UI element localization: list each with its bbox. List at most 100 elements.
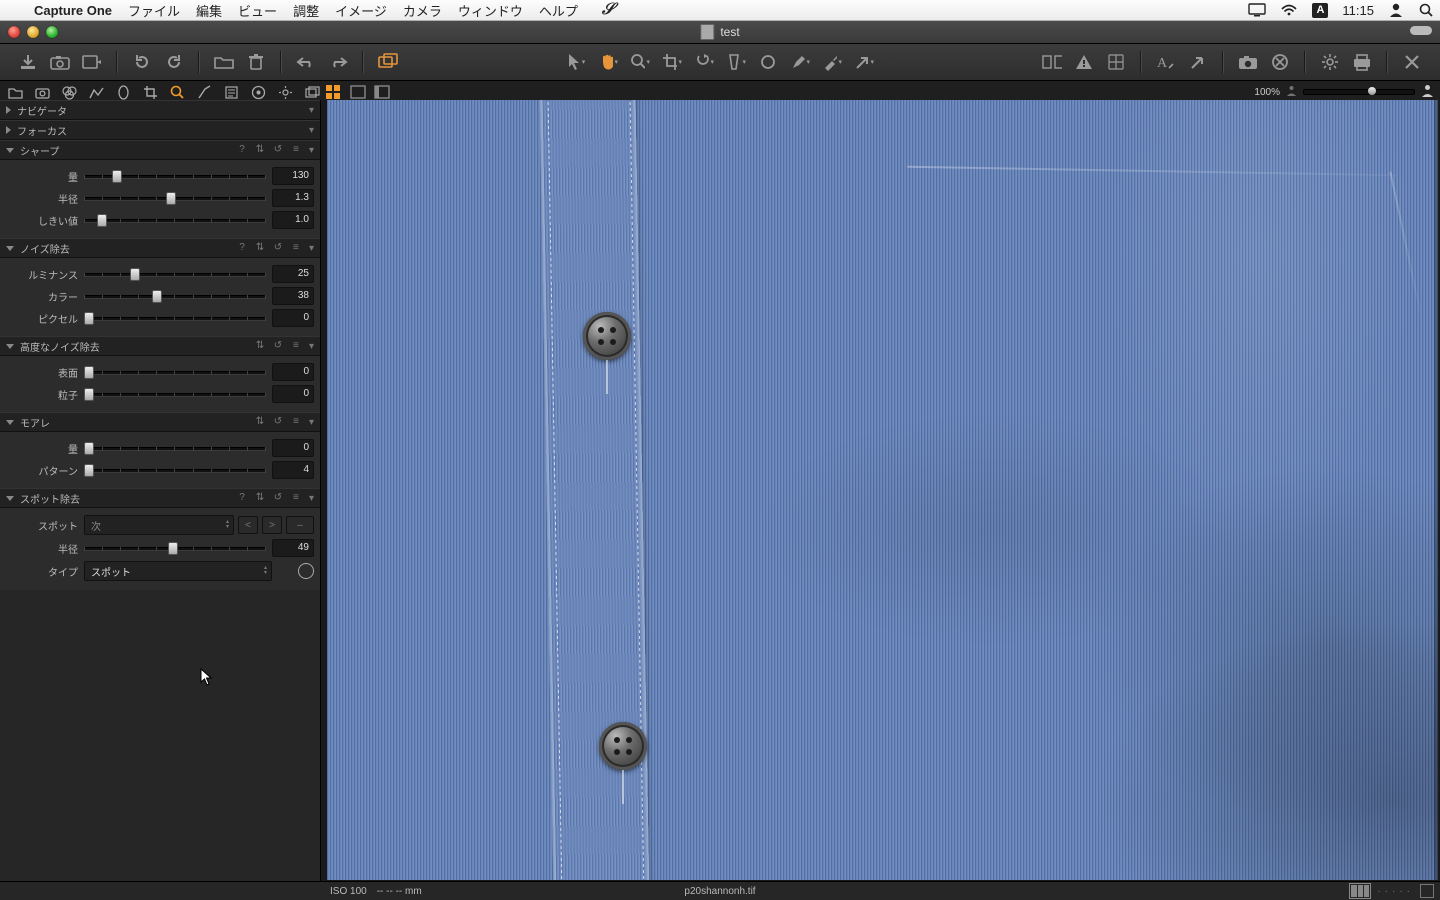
script-menu-icon[interactable]: 𝒮 [602, 1, 614, 19]
close-tool-icon[interactable] [1402, 52, 1422, 72]
trash-icon[interactable] [246, 52, 266, 72]
hand-tool-icon[interactable]: ▾ [598, 52, 618, 72]
redo-icon[interactable] [328, 52, 348, 72]
preset-icon[interactable]: ≡ [291, 243, 301, 253]
variants-icon[interactable] [378, 52, 398, 72]
app-name[interactable]: Capture One [34, 3, 112, 18]
filmstrip-icon[interactable] [1349, 883, 1371, 899]
minimize-button[interactable] [27, 26, 39, 38]
expand-icon[interactable] [1420, 884, 1434, 898]
tab-metadata-icon[interactable] [224, 85, 239, 100]
view-single-icon[interactable] [350, 85, 366, 99]
export-icon[interactable] [1188, 52, 1208, 72]
straighten-tool-icon[interactable]: ▾ [694, 52, 714, 72]
zoom-out-person-icon[interactable] [1286, 85, 1297, 100]
print-icon[interactable] [1352, 52, 1372, 72]
help-icon[interactable]: ? [237, 493, 247, 503]
value-field[interactable]: 0 [272, 439, 314, 457]
view-grid-icon[interactable] [326, 85, 342, 99]
preferences-icon[interactable] [1320, 52, 1340, 72]
value-field[interactable]: 0 [272, 385, 314, 403]
reset-icon[interactable]: ↺ [273, 145, 283, 155]
value-field[interactable]: 49 [272, 539, 314, 557]
folder-icon[interactable] [214, 52, 234, 72]
spot-remove-button[interactable]: – [286, 516, 314, 534]
menu-window[interactable]: ウィンドウ [458, 1, 523, 20]
tab-adjust-icon[interactable] [197, 85, 212, 100]
tab-output-icon[interactable] [251, 85, 266, 100]
zoom-in-person-icon[interactable] [1421, 84, 1434, 101]
delete-output-icon[interactable] [1270, 52, 1290, 72]
compare-icon[interactable] [1042, 52, 1062, 72]
spot-tool-icon[interactable] [758, 52, 778, 72]
copy-icon[interactable]: ⇅ [255, 145, 265, 155]
preset-icon[interactable]: ≡ [291, 145, 301, 155]
tether-icon[interactable] [82, 52, 102, 72]
section-navigator[interactable]: ナビゲータ ▾ [0, 100, 320, 120]
section-noise[interactable]: ノイズ除去 ?⇅↺≡▾ [0, 238, 320, 258]
spot-next-button[interactable]: > [262, 516, 282, 534]
menu-image[interactable]: イメージ [335, 1, 387, 20]
keystone-tool-icon[interactable]: ▾ [726, 52, 746, 72]
tab-process-icon[interactable] [278, 85, 293, 100]
annotate-text-icon[interactable]: A [1156, 52, 1176, 72]
camera-icon[interactable] [1238, 52, 1258, 72]
import-icon[interactable] [18, 52, 38, 72]
section-moire[interactable]: モアレ ⇅↺≡▾ [0, 412, 320, 432]
warning-icon[interactable] [1074, 52, 1094, 72]
zoom-tool-icon[interactable]: ▾ [630, 52, 650, 72]
menu-help[interactable]: ヘルプ [539, 1, 578, 20]
user-icon[interactable] [1388, 2, 1404, 18]
crop-tool-icon[interactable]: ▾ [662, 52, 682, 72]
preset-icon[interactable]: ≡ [291, 341, 301, 351]
section-sharpening[interactable]: シャープ ? ⇅ ↺ ≡ ▾ [0, 140, 320, 160]
value-field[interactable]: 0 [272, 309, 314, 327]
clock[interactable]: 11:15 [1342, 3, 1374, 18]
menu-file[interactable]: ファイル [128, 1, 180, 20]
spot-type-combo[interactable]: スポット▴▾ [84, 561, 272, 581]
tab-lens-icon[interactable] [116, 85, 131, 100]
menu-view[interactable]: ビュー [238, 1, 277, 20]
reset-icon[interactable]: ↺ [273, 243, 283, 253]
zoom-button[interactable] [46, 26, 58, 38]
tab-crop-icon[interactable] [143, 85, 158, 100]
zoom-slider[interactable] [1303, 89, 1415, 95]
rating-dots[interactable]: ····· [1377, 886, 1414, 897]
input-source-icon[interactable]: A [1312, 3, 1328, 18]
copy-icon[interactable]: ⇅ [255, 243, 265, 253]
value-field[interactable]: 130 [272, 167, 314, 185]
arrow-tool-icon[interactable]: ▾ [854, 52, 874, 72]
value-field[interactable]: 38 [272, 287, 314, 305]
tab-library-icon[interactable] [8, 85, 23, 100]
viewer-scrollbar[interactable] [1434, 100, 1438, 880]
reset-icon[interactable]: ↺ [273, 493, 283, 503]
copy-icon[interactable]: ⇅ [255, 493, 265, 503]
value-field[interactable]: 4 [272, 461, 314, 479]
view-split-icon[interactable] [374, 85, 390, 99]
toolbar-toggle[interactable] [1410, 26, 1432, 35]
brush-tool-icon[interactable]: ▾ [790, 52, 810, 72]
wifi-icon[interactable] [1280, 3, 1298, 17]
rotate-right-icon[interactable] [164, 52, 184, 72]
grid-icon[interactable] [1106, 52, 1126, 72]
menu-edit[interactable]: 編集 [196, 1, 222, 20]
spotlight-icon[interactable] [1418, 2, 1434, 18]
section-focus[interactable]: フォーカス ▾ [0, 120, 320, 140]
section-spot[interactable]: スポット除去 ?⇅↺≡▾ [0, 488, 320, 508]
menu-adjust[interactable]: 調整 [293, 1, 319, 20]
reset-icon[interactable]: ↺ [273, 341, 283, 351]
close-button[interactable] [8, 26, 20, 38]
spot-ring-icon[interactable] [298, 563, 314, 579]
preset-icon[interactable]: ≡ [291, 493, 301, 503]
spot-prev-button[interactable]: < [238, 516, 258, 534]
tab-capture-icon[interactable] [35, 85, 50, 100]
pointer-tool-icon[interactable]: ▾ [566, 52, 586, 72]
capture-icon[interactable] [50, 52, 70, 72]
eyedropper-tool-icon[interactable]: ▾ [822, 52, 842, 72]
copy-icon[interactable]: ⇅ [255, 341, 265, 351]
value-field[interactable]: 1.3 [272, 189, 314, 207]
value-field[interactable]: 25 [272, 265, 314, 283]
reset-icon[interactable]: ↺ [273, 417, 283, 427]
help-icon[interactable]: ? [237, 145, 247, 155]
tab-batch-icon[interactable] [305, 85, 320, 100]
